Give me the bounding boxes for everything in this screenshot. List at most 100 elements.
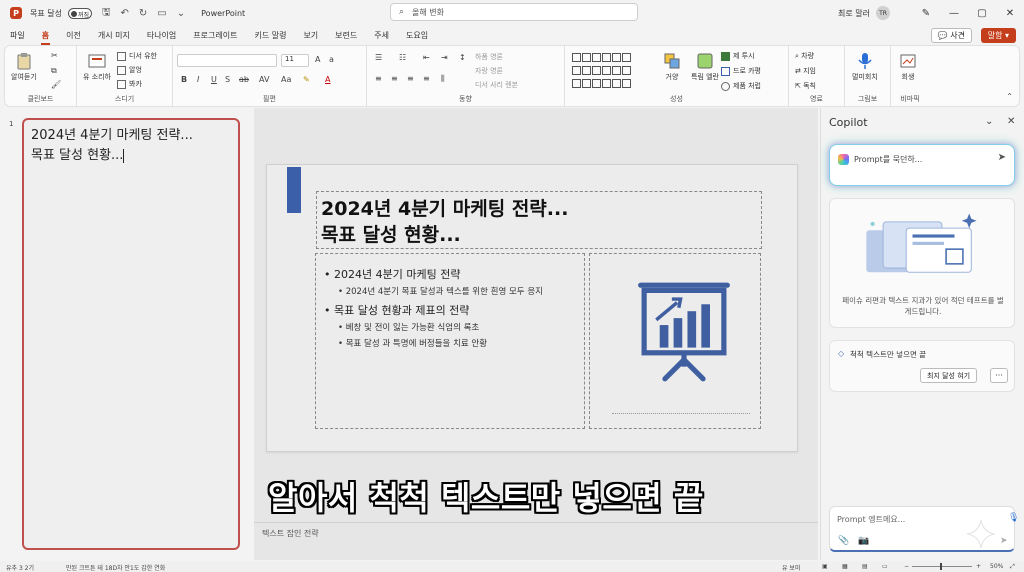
designer-button[interactable]: 회생: [899, 52, 917, 82]
italic-icon[interactable]: I: [197, 75, 199, 84]
content-placeholder[interactable]: 2024년 4분기 마케팅 전략 2024년 4분기 목표 달성과 텍스를 위한 …: [315, 253, 585, 429]
shape-outline-button[interactable]: 드로 카평: [721, 66, 761, 76]
select-button[interactable]: ⇱ 독칙: [795, 81, 816, 91]
submit-icon[interactable]: ➤: [1000, 536, 1008, 546]
section-button[interactable]: 봐카: [117, 79, 142, 89]
new-slide-button[interactable]: 유 소리하: [83, 52, 111, 82]
more-options-button[interactable]: ···: [990, 368, 1008, 383]
more-icon[interactable]: ⌄: [177, 8, 185, 19]
slide-thumbnail[interactable]: 2024년 4분기 마케팅 전략... 목표 달성 현황...: [22, 118, 240, 550]
tab-9[interactable]: 주세: [374, 30, 389, 41]
grow-font-icon[interactable]: A: [315, 55, 320, 64]
slideshow-icon[interactable]: ▭: [882, 563, 888, 570]
shape-icon[interactable]: [612, 66, 621, 75]
shape-icon[interactable]: [612, 79, 621, 88]
layout-button[interactable]: 디서 유한: [117, 51, 157, 61]
shape-icon[interactable]: [572, 53, 581, 62]
tab-3[interactable]: 개시 미지: [98, 30, 130, 41]
minimize-icon[interactable]: —: [940, 8, 968, 19]
paste-button[interactable]: 알여듣기: [11, 52, 37, 82]
increase-indent-icon[interactable]: ⇥: [441, 53, 448, 62]
dictate-button[interactable]: 멀미회치: [852, 52, 878, 82]
numbering-icon[interactable]: ☷: [399, 53, 406, 62]
maximize-icon[interactable]: ▢: [968, 8, 996, 19]
tab-8[interactable]: 보련드: [335, 30, 357, 41]
save-icon[interactable]: 🖫: [102, 5, 111, 22]
notes-divider[interactable]: [254, 522, 818, 523]
replace-button[interactable]: ⇄ 지임: [795, 66, 816, 76]
share-button[interactable]: 말함 ▾: [980, 28, 1016, 43]
close-icon[interactable]: ✕: [996, 8, 1024, 19]
zoom-slider-knob[interactable]: [940, 563, 942, 570]
decrease-indent-icon[interactable]: ⇤: [423, 53, 430, 62]
zoom-level[interactable]: 50%: [990, 563, 1003, 570]
shape-icon[interactable]: [572, 66, 581, 75]
align-text-button[interactable]: 자랑 영론: [475, 66, 503, 76]
speaker-notes[interactable]: 텍스트 잡인 전략: [262, 528, 319, 539]
attach-icon[interactable]: 📎: [838, 536, 849, 546]
normal-view-icon[interactable]: ▣: [822, 563, 828, 570]
redo-icon[interactable]: ↻: [139, 8, 147, 19]
shape-icon[interactable]: [622, 79, 631, 88]
shape-icon[interactable]: [612, 53, 621, 62]
shape-icon[interactable]: [622, 66, 631, 75]
case-icon[interactable]: Aa: [281, 75, 291, 84]
strikethrough-icon[interactable]: ab: [239, 75, 249, 84]
highlight-icon[interactable]: ✎: [303, 75, 310, 84]
search-box[interactable]: ⌕ 올해 변화: [390, 3, 638, 21]
title-placeholder[interactable]: 2024년 4분기 마케팅 전략... 목표 달성 현황...: [316, 191, 762, 249]
undo-icon[interactable]: ↶: [121, 8, 129, 19]
bullets-icon[interactable]: ☰: [375, 53, 382, 62]
collapse-ribbon-icon[interactable]: ⌃: [1006, 92, 1013, 101]
reset-button[interactable]: 알엉: [117, 65, 142, 75]
quick-styles-button[interactable]: 특림 엘란: [691, 52, 719, 82]
picture-placeholder[interactable]: [589, 253, 761, 429]
shrink-font-icon[interactable]: a: [329, 55, 334, 64]
shape-effects-button[interactable]: 제품 처럽: [721, 81, 761, 91]
notes-toggle[interactable]: 유 보미: [782, 563, 800, 572]
close-pane-icon[interactable]: ✕: [1007, 116, 1015, 127]
tab-5[interactable]: 프로그레이트: [193, 30, 237, 41]
tab-4[interactable]: 타나이엄: [147, 30, 176, 41]
tab-6[interactable]: 키드 말령: [254, 30, 286, 41]
find-button[interactable]: ⌕ 차량: [795, 51, 814, 61]
shape-icon[interactable]: [572, 79, 581, 88]
tab-10[interactable]: 도요임: [406, 30, 428, 41]
tab-1[interactable]: 홈: [40, 30, 51, 45]
zoom-in-icon[interactable]: +: [976, 563, 981, 570]
send-icon[interactable]: ➤: [998, 152, 1006, 163]
language-status[interactable]: 만된 크트튼 테 18D차 안1도 갑한 연화: [66, 563, 165, 572]
arrange-button[interactable]: 거양: [663, 52, 681, 82]
justify-icon[interactable]: ≡: [423, 74, 430, 83]
columns-icon[interactable]: ⫼: [441, 74, 445, 84]
bold-icon[interactable]: B: [181, 75, 187, 84]
shape-icon[interactable]: [582, 66, 591, 75]
font-size-select[interactable]: 11: [281, 54, 309, 67]
prompt-card[interactable]: Prompt를 묵던하... ➤: [829, 144, 1015, 186]
autosave-toggle[interactable]: 꺼짐: [67, 7, 92, 19]
shape-icon[interactable]: [602, 53, 611, 62]
cut-icon[interactable]: ✂: [51, 51, 58, 60]
collapse-icon[interactable]: ⌄: [985, 116, 993, 127]
camera-icon[interactable]: 📷: [858, 536, 869, 546]
avatar[interactable]: TR: [876, 6, 890, 20]
shapes-gallery[interactable]: [571, 52, 635, 88]
copilot-input[interactable]: Prompt 엥트메요... 🎙 📎 📷 ➤: [829, 506, 1019, 552]
text-direction-button[interactable]: 하폼 영론: [475, 52, 503, 62]
zoom-slider[interactable]: [912, 566, 972, 567]
shape-icon[interactable]: [582, 79, 591, 88]
zoom-out-icon[interactable]: −: [904, 563, 909, 570]
tab-0[interactable]: 파일: [10, 30, 25, 41]
fit-slide-icon[interactable]: ⤢: [1010, 563, 1015, 571]
mic-icon[interactable]: 🎙: [1008, 513, 1019, 523]
spacing-icon[interactable]: AV: [259, 75, 269, 84]
tab-2[interactable]: 이전: [66, 30, 81, 41]
sorter-view-icon[interactable]: ▦: [842, 563, 848, 570]
suggestion-button[interactable]: 최지 달성 혀기: [920, 368, 978, 383]
underline-icon[interactable]: U: [211, 75, 217, 84]
align-left-icon[interactable]: ≡: [375, 74, 382, 83]
pen-icon[interactable]: ✎: [912, 8, 940, 19]
shape-icon[interactable]: [592, 79, 601, 88]
align-center-icon[interactable]: ≡: [391, 74, 398, 83]
slide-canvas[interactable]: 2024년 4분기 마케팅 전략... 목표 달성 현황... 2024년 4분…: [266, 164, 798, 452]
